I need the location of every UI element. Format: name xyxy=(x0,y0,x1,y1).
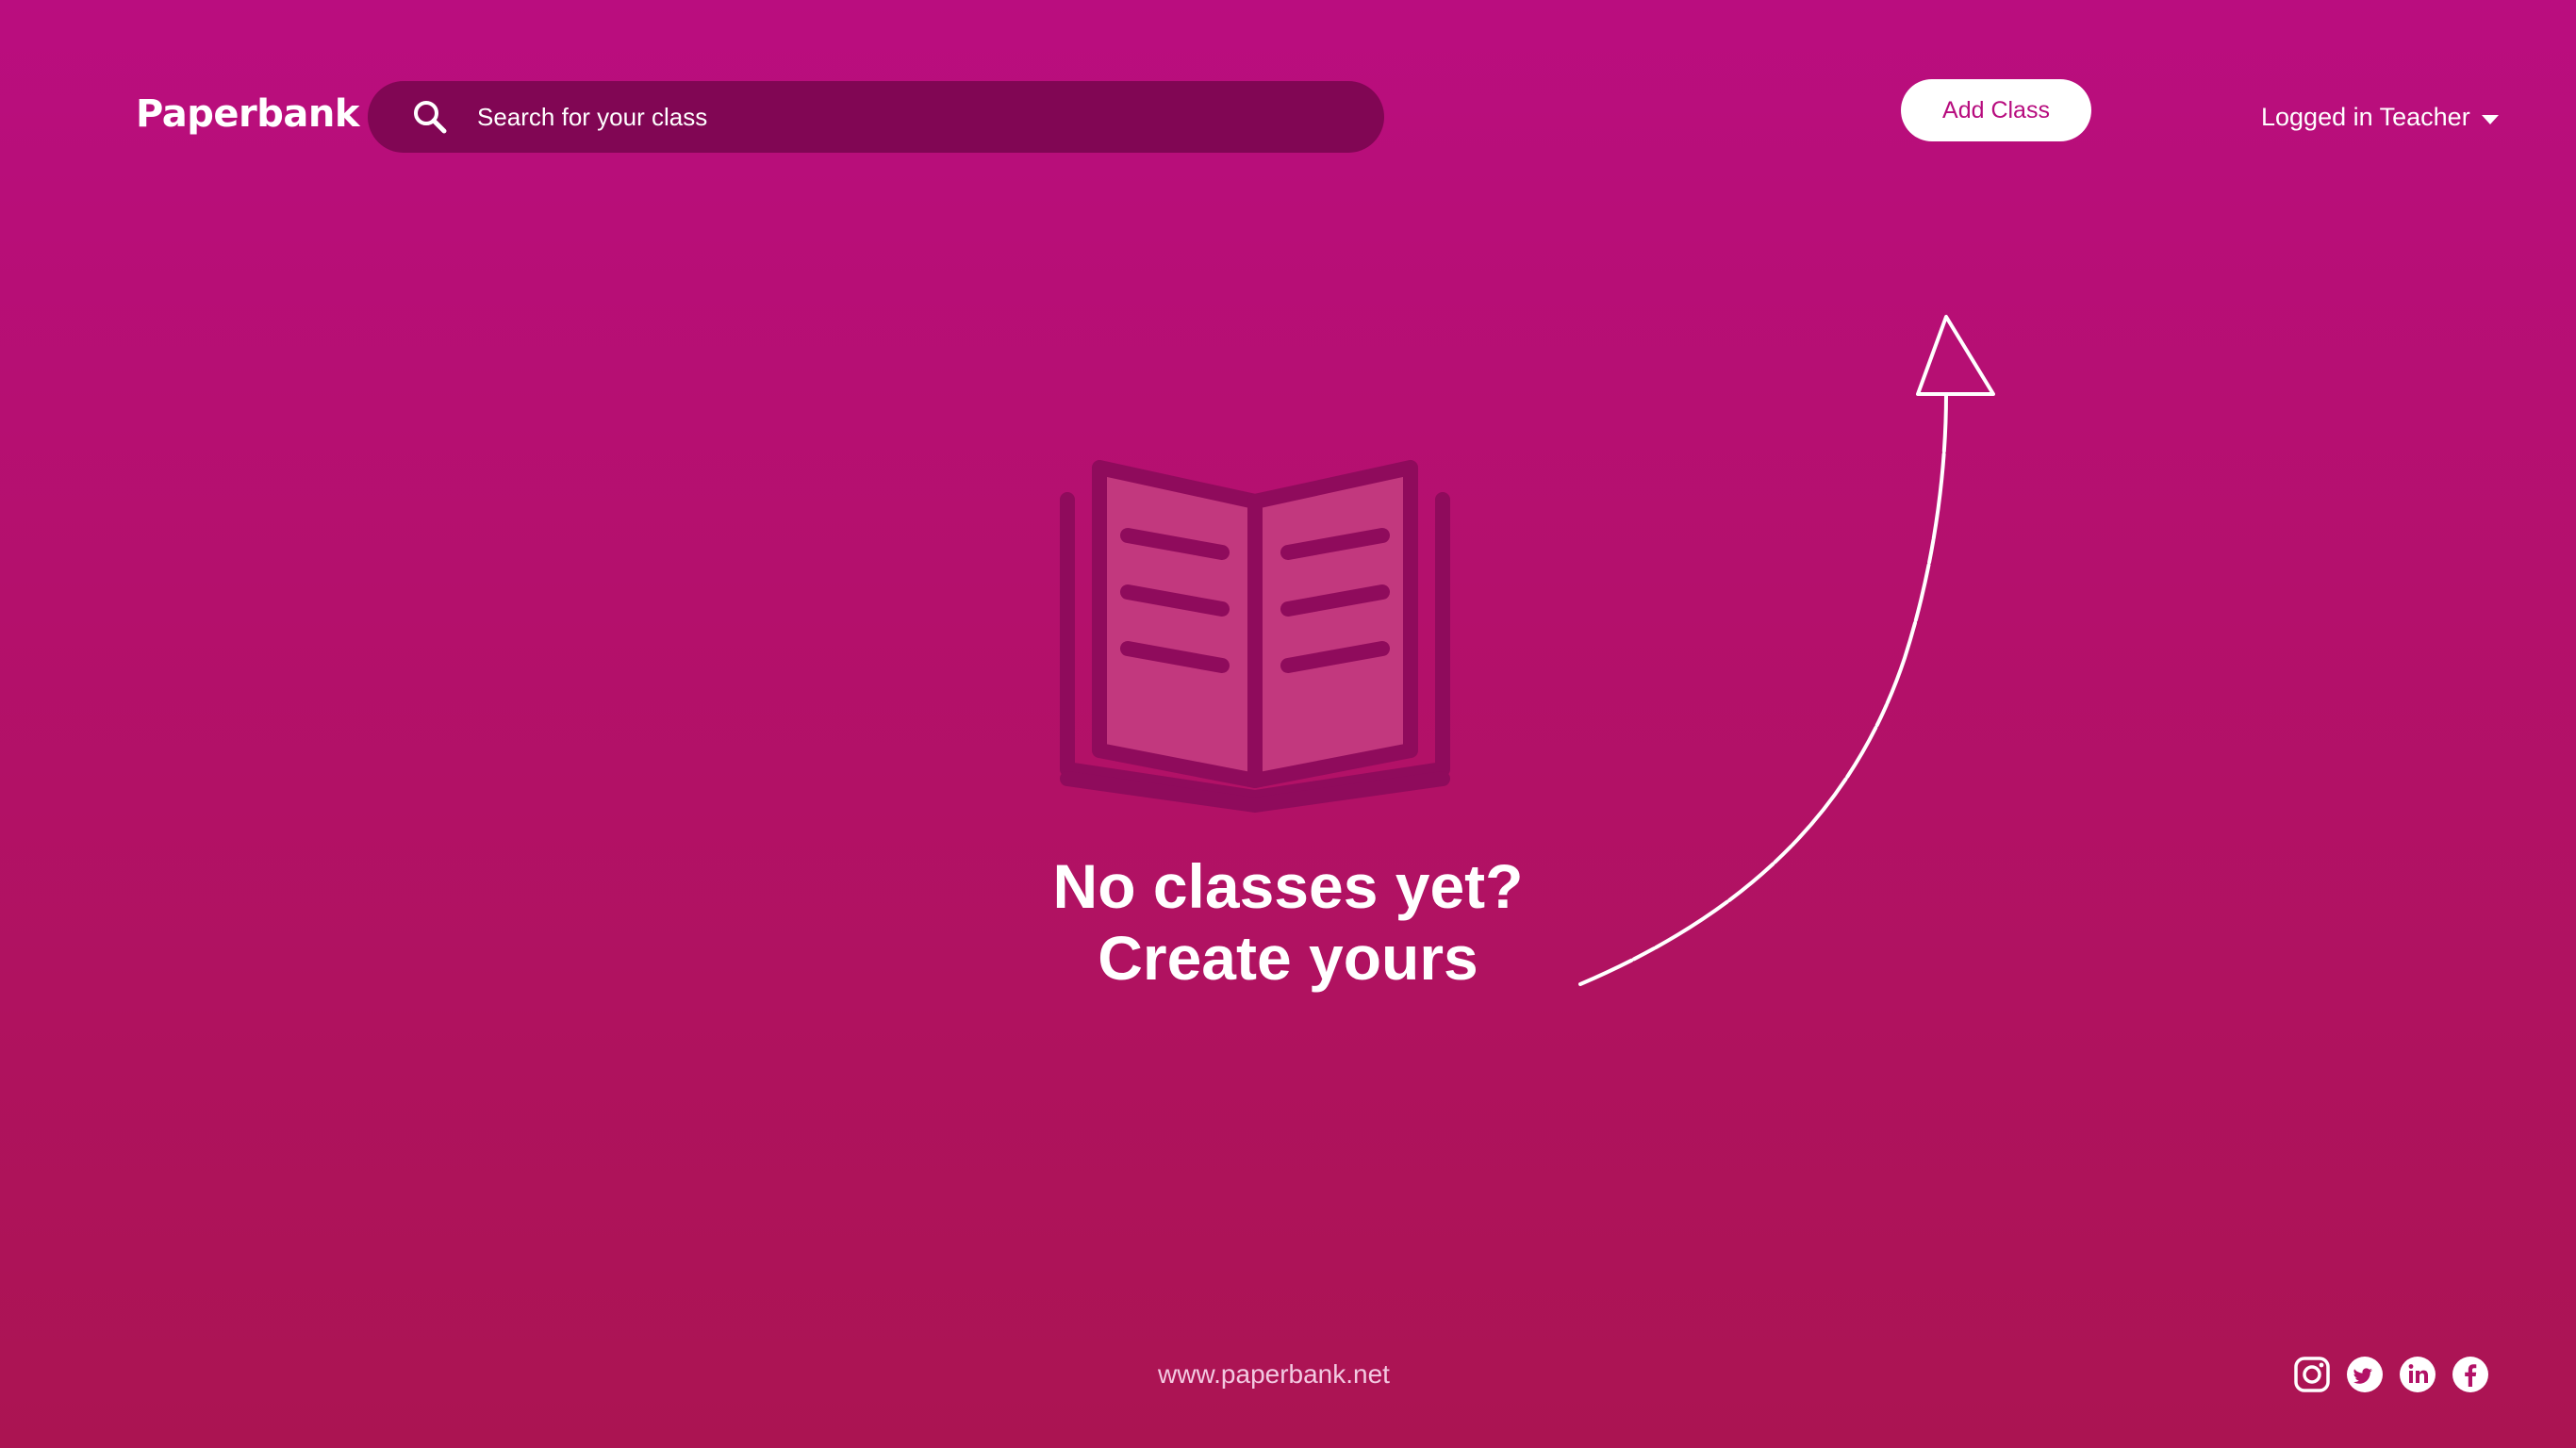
arrow-up-icon xyxy=(1578,315,1995,986)
search-icon xyxy=(414,101,447,134)
empty-state-line-2: Create yours xyxy=(1098,923,1478,993)
search-bar[interactable] xyxy=(368,81,1384,153)
add-class-button[interactable]: Add Class xyxy=(1901,79,2091,141)
twitter-icon[interactable] xyxy=(2346,1356,2384,1393)
empty-state-message: No classes yet? Create yours xyxy=(911,850,1665,994)
facebook-icon[interactable] xyxy=(2452,1356,2489,1393)
linkedin-icon[interactable] xyxy=(2399,1356,2436,1393)
open-book-icon xyxy=(1060,460,1450,813)
chevron-down-icon xyxy=(2481,115,2499,124)
user-menu[interactable]: Logged in Teacher xyxy=(2261,98,2499,136)
app-logo[interactable]: Paperbank xyxy=(136,92,359,136)
footer-url[interactable]: www.paperbank.net xyxy=(1099,1359,1448,1390)
search-input[interactable] xyxy=(477,81,1345,153)
social-links xyxy=(2293,1356,2489,1393)
empty-state-line-1: No classes yet? xyxy=(1052,851,1524,921)
instagram-icon[interactable] xyxy=(2293,1356,2331,1393)
user-menu-label: Logged in Teacher xyxy=(2261,102,2470,131)
